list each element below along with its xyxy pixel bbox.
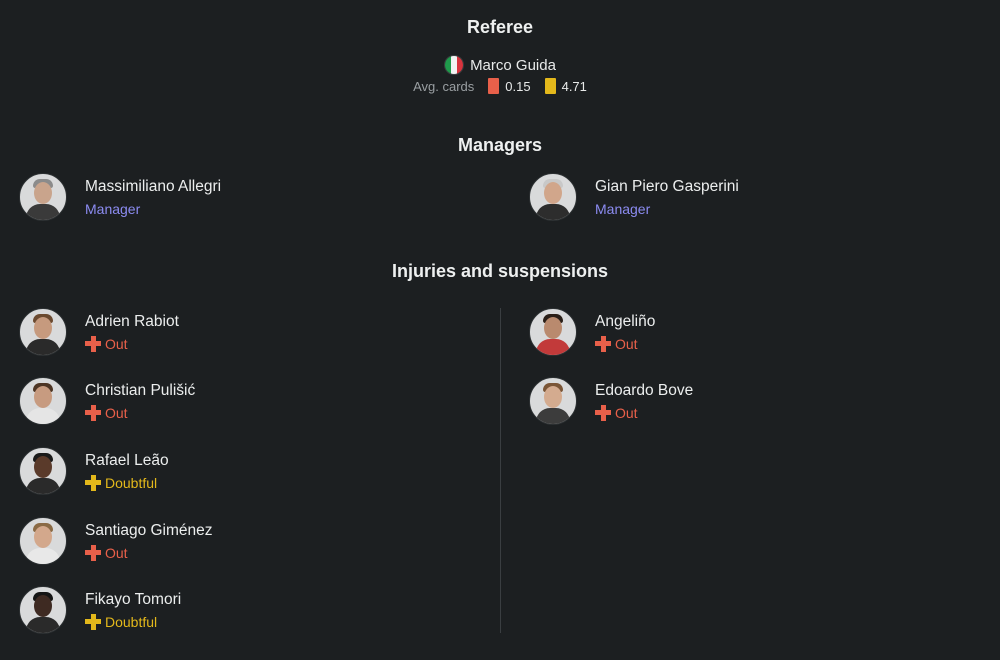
managers-title: Managers [457,135,543,155]
plus-icon [85,544,101,561]
red-card-icon [488,78,500,94]
player-name: Angeliño [595,312,656,330]
yellow-card-avg: 4.71 [561,78,587,94]
injury-item[interactable]: Santiago Giménez Out [19,517,213,565]
referee-name[interactable]: Marco Guida [470,57,556,74]
injury-item[interactable]: Christian Pulišić Out [19,377,195,425]
status-badge: Out [595,335,655,352]
player-name: Christian Pulišić [85,381,196,399]
plus-icon [85,613,101,630]
manager-name: Massimiliano Allegri [85,177,222,195]
yellow-card-icon [544,78,556,94]
manager-home[interactable]: Massimiliano Allegri Manager [19,173,221,221]
avatar [19,586,67,634]
injury-item[interactable]: Edoardo Bove Out [529,377,693,425]
manager-role: Manager [595,200,651,217]
avatar [19,377,67,425]
player-name: Santiago Giménez [85,521,213,539]
manager-role: Manager [85,200,141,217]
manager-name: Gian Piero Gasperini [595,177,739,195]
red-card-avg: 0.15 [505,78,531,94]
italy-flag-icon [444,55,465,75]
avatar [529,173,577,221]
injury-item[interactable]: Rafael Leão Doubtful [19,447,169,495]
avatar [19,517,67,565]
column-divider [500,308,501,633]
player-name: Fikayo Tomori [85,590,182,608]
manager-away[interactable]: Gian Piero Gasperini Manager [529,173,739,221]
status-badge: Out [595,404,693,421]
player-name: Edoardo Bove [595,381,694,399]
avatar [529,377,577,425]
status-badge: Doubtful [85,474,169,491]
player-name: Adrien Rabiot [85,312,179,330]
status-badge: Out [85,335,179,352]
injury-item[interactable]: Adrien Rabiot Out [19,308,179,356]
referee-title: Referee [466,17,534,37]
plus-icon [85,404,101,421]
avatar [529,308,577,356]
plus-icon [595,404,611,421]
injury-item[interactable]: Fikayo Tomori Doubtful [19,586,181,634]
injury-item[interactable]: Angeliño Out [529,308,655,356]
status-badge: Doubtful [85,613,181,630]
plus-icon [85,335,101,352]
referee-info: Marco Guida [0,55,1000,75]
status-badge: Out [85,544,213,561]
player-name: Rafael Leão [85,451,169,469]
avatar [19,308,67,356]
injuries-title: Injuries and suspensions [391,261,609,281]
plus-icon [85,474,101,491]
avatar [19,173,67,221]
avatar [19,447,67,495]
referee-avg-cards: Avg. cards 0.15 4.71 [0,78,1000,94]
plus-icon [595,335,611,352]
avg-cards-label: Avg. cards [413,78,475,94]
status-badge: Out [85,404,195,421]
